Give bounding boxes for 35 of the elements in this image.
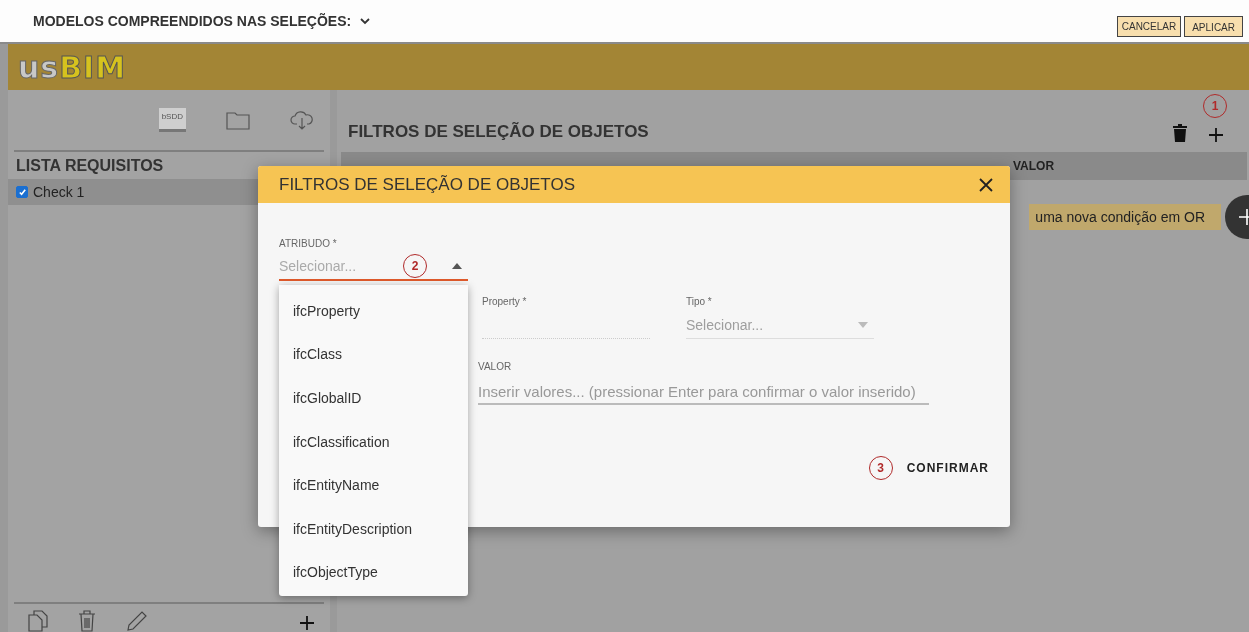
field-label: Tipo * (686, 296, 713, 307)
add-icon[interactable] (1209, 128, 1223, 142)
section-title: FILTROS DE SELEÇÃO DE OBJETOS (348, 122, 650, 142)
menu-option[interactable]: ifcProperty (279, 289, 468, 333)
toolbar-button[interactable]: CANCELAR (1116, 16, 1182, 37)
caret-icon (858, 322, 868, 328)
column-header: VALOR (1013, 159, 1055, 173)
menu-option[interactable]: ifcEntityDescription (279, 506, 468, 551)
models-dropdown[interactable]: MODELOS COMPREENDIDOS NAS SELEÇÕES: (33, 13, 372, 29)
pencil-icon[interactable] (126, 610, 148, 632)
field-label: Property * (482, 296, 528, 307)
trash-icon[interactable] (78, 610, 96, 632)
confirm-button[interactable]: CONFIRMAR (906, 455, 989, 481)
toolbar-button[interactable]: APLICAR (1184, 16, 1243, 37)
field-label: ATRIBUDO * (279, 238, 338, 249)
chevron-down-icon (359, 17, 372, 25)
cloud-download-icon[interactable] (290, 109, 314, 131)
close-icon[interactable] (979, 177, 993, 192)
bsdd-badge[interactable]: bSDD (158, 108, 186, 132)
logo: usBIM (18, 49, 127, 85)
menu-option[interactable]: ifcGlobalID (279, 376, 468, 420)
menu-option[interactable]: ifcObjectType (279, 550, 468, 595)
trash-icon[interactable] (1173, 124, 1187, 142)
add-icon[interactable] (300, 616, 314, 630)
menu-option[interactable]: ifcEntityName (279, 463, 468, 507)
value-field[interactable]: Inserir valores... (pressionar Enter para confirmar o valor inserido) (478, 377, 929, 405)
copy-icon[interactable] (28, 610, 48, 632)
attribute-select[interactable]: Selecionar... (279, 258, 389, 274)
or-condition-hint: uma nova condição em OR (1029, 204, 1221, 230)
menu-option[interactable]: ifcClass (279, 332, 468, 377)
list-title: LISTA REQUISITOS (15, 156, 165, 176)
checkbox[interactable] (16, 186, 28, 198)
field-label: VALOR (478, 361, 513, 372)
requirement-label: Check 1 (33, 184, 85, 200)
menu-option[interactable]: ifcClassification (279, 419, 468, 464)
